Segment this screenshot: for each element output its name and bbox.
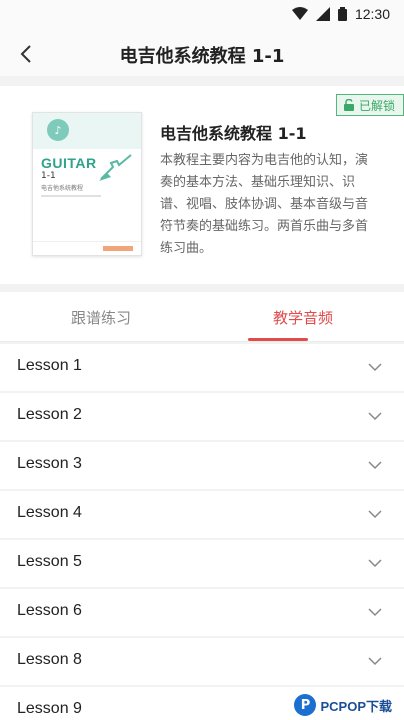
lesson-label: Lesson 9 bbox=[17, 700, 82, 717]
page-title: 电吉他系统教程 1-1 bbox=[119, 46, 285, 67]
chevron-down-icon bbox=[368, 608, 382, 617]
lesson-row[interactable]: Lesson 1 bbox=[0, 344, 404, 391]
lesson-row[interactable]: Lesson 2 bbox=[0, 393, 404, 440]
unlock-icon bbox=[343, 99, 354, 111]
cover-subtitle: 电吉他系统教程 bbox=[41, 185, 84, 192]
lesson-label: Lesson 4 bbox=[17, 504, 82, 521]
lesson-label: Lesson 5 bbox=[17, 553, 82, 570]
lesson-row[interactable]: Lesson 6 bbox=[0, 589, 404, 636]
lesson-label: Lesson 1 bbox=[17, 357, 82, 374]
cover-divider bbox=[41, 195, 101, 197]
cover-header: ♪ bbox=[33, 113, 141, 149]
lesson-row[interactable]: Lesson 8 bbox=[0, 638, 404, 685]
status-bar: 12:30 bbox=[0, 0, 404, 32]
lesson-row[interactable]: Lesson 4 bbox=[0, 491, 404, 538]
unlock-badge: 已解锁 bbox=[335, 94, 404, 116]
lesson-row[interactable]: Lesson 3 bbox=[0, 442, 404, 489]
cover-emblem-icon: ♪ bbox=[47, 119, 69, 141]
chevron-down-icon bbox=[368, 412, 382, 421]
lesson-label: Lesson 6 bbox=[17, 602, 82, 619]
course-title: 电吉他系统教程 1-1 bbox=[160, 124, 307, 143]
signal-icon bbox=[315, 7, 330, 21]
wifi-icon bbox=[291, 7, 308, 20]
chevron-down-icon bbox=[368, 461, 382, 470]
course-info-card: 已解锁 ♪ GUITAR 1-1 电吉他系统教程 电吉他系统教程 1-1 本教程… bbox=[0, 86, 404, 284]
book-cover[interactable]: ♪ GUITAR 1-1 电吉他系统教程 bbox=[32, 112, 142, 256]
chevron-down-icon bbox=[368, 363, 382, 372]
tab-score-practice[interactable]: 跟谱练习 bbox=[0, 292, 202, 342]
lesson-row[interactable]: Lesson 5 bbox=[0, 540, 404, 587]
watermark: P PCPOP下载 bbox=[288, 692, 398, 718]
battery-icon bbox=[337, 7, 347, 21]
cover-brand: GUITAR bbox=[41, 155, 97, 171]
status-time: 12:30 bbox=[354, 6, 390, 22]
lesson-list: Lesson 1 Lesson 2 Lesson 3 Lesson 4 Less… bbox=[0, 344, 404, 720]
cover-publisher-mark bbox=[103, 246, 133, 251]
cover-number: 1-1 bbox=[41, 171, 56, 181]
pcpop-logo-icon: P bbox=[294, 694, 317, 716]
course-description: 本教程主要内容为电吉他的认知，演奏的基本方法、基础乐理知识、识谱、视唱、肢体协调… bbox=[160, 153, 369, 256]
app-header: 电吉他系统教程 1-1 bbox=[0, 32, 404, 76]
guitar-icon bbox=[99, 154, 132, 181]
chevron-down-icon bbox=[368, 657, 382, 666]
lesson-label: Lesson 8 bbox=[17, 651, 82, 668]
chevron-down-icon bbox=[368, 559, 382, 568]
lesson-label: Lesson 2 bbox=[17, 406, 82, 423]
unlock-badge-label: 已解锁 bbox=[358, 98, 395, 113]
content-tabs: 跟谱练习 教学音频 bbox=[0, 292, 404, 342]
watermark-text: PCPOP下载 bbox=[320, 698, 392, 714]
chevron-down-icon bbox=[368, 510, 382, 519]
status-icons: 12:30 bbox=[291, 6, 390, 22]
tab-teaching-audio[interactable]: 教学音频 bbox=[202, 292, 404, 342]
active-tab-indicator bbox=[248, 338, 308, 341]
lesson-label: Lesson 3 bbox=[17, 455, 82, 472]
